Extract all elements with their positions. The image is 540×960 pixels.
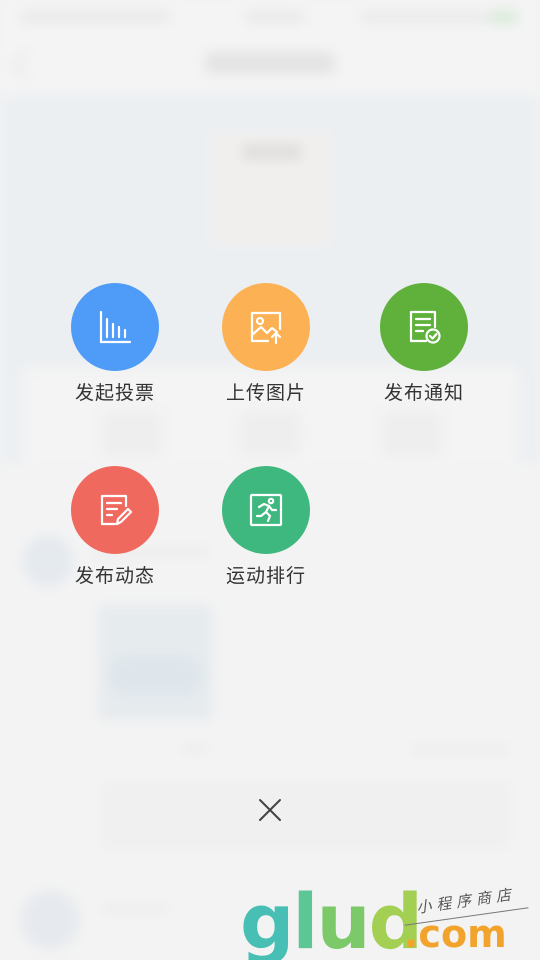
logo-letter: u — [316, 877, 370, 960]
publish-post-circle — [71, 466, 159, 554]
publish-notice-label: 发布通知 — [383, 382, 464, 404]
sports-ranking-label: 运动排行 — [225, 565, 306, 587]
start-vote-button[interactable]: 发起投票 — [45, 283, 185, 406]
edit-post-icon — [100, 494, 133, 526]
publish-post-button[interactable]: 发布动态 — [45, 466, 185, 589]
close-icon — [259, 799, 281, 821]
publish-post-label: 发布动态 — [74, 565, 155, 587]
close-button[interactable] — [250, 790, 290, 830]
watermark-logo: glud .com 小程序商店 — [238, 880, 538, 960]
publish-notice-circle — [380, 283, 468, 371]
upload-image-button[interactable]: 上传图片 — [196, 283, 336, 406]
start-vote-circle — [71, 283, 159, 371]
upload-image-label: 上传图片 — [225, 382, 306, 404]
watermark-logo-text: glud — [240, 884, 423, 960]
menu-overlay: 发起投票 上传图片 发布通知 发布动态 运动排行 glud .com 小程序商店 — [0, 0, 540, 960]
publish-notice-button[interactable]: 发布通知 — [354, 283, 494, 406]
logo-letter: l — [292, 877, 318, 960]
sports-ranking-circle — [222, 466, 310, 554]
logo-letter: g — [240, 877, 294, 960]
bar-chart-icon — [99, 310, 132, 344]
sports-ranking-button[interactable]: 运动排行 — [196, 466, 336, 589]
watermark-domain: .com — [404, 912, 507, 956]
upload-image-circle — [222, 283, 310, 371]
start-vote-label: 发起投票 — [74, 382, 155, 404]
notice-check-icon — [409, 310, 441, 344]
image-upload-icon — [250, 311, 282, 345]
running-icon — [249, 493, 283, 527]
